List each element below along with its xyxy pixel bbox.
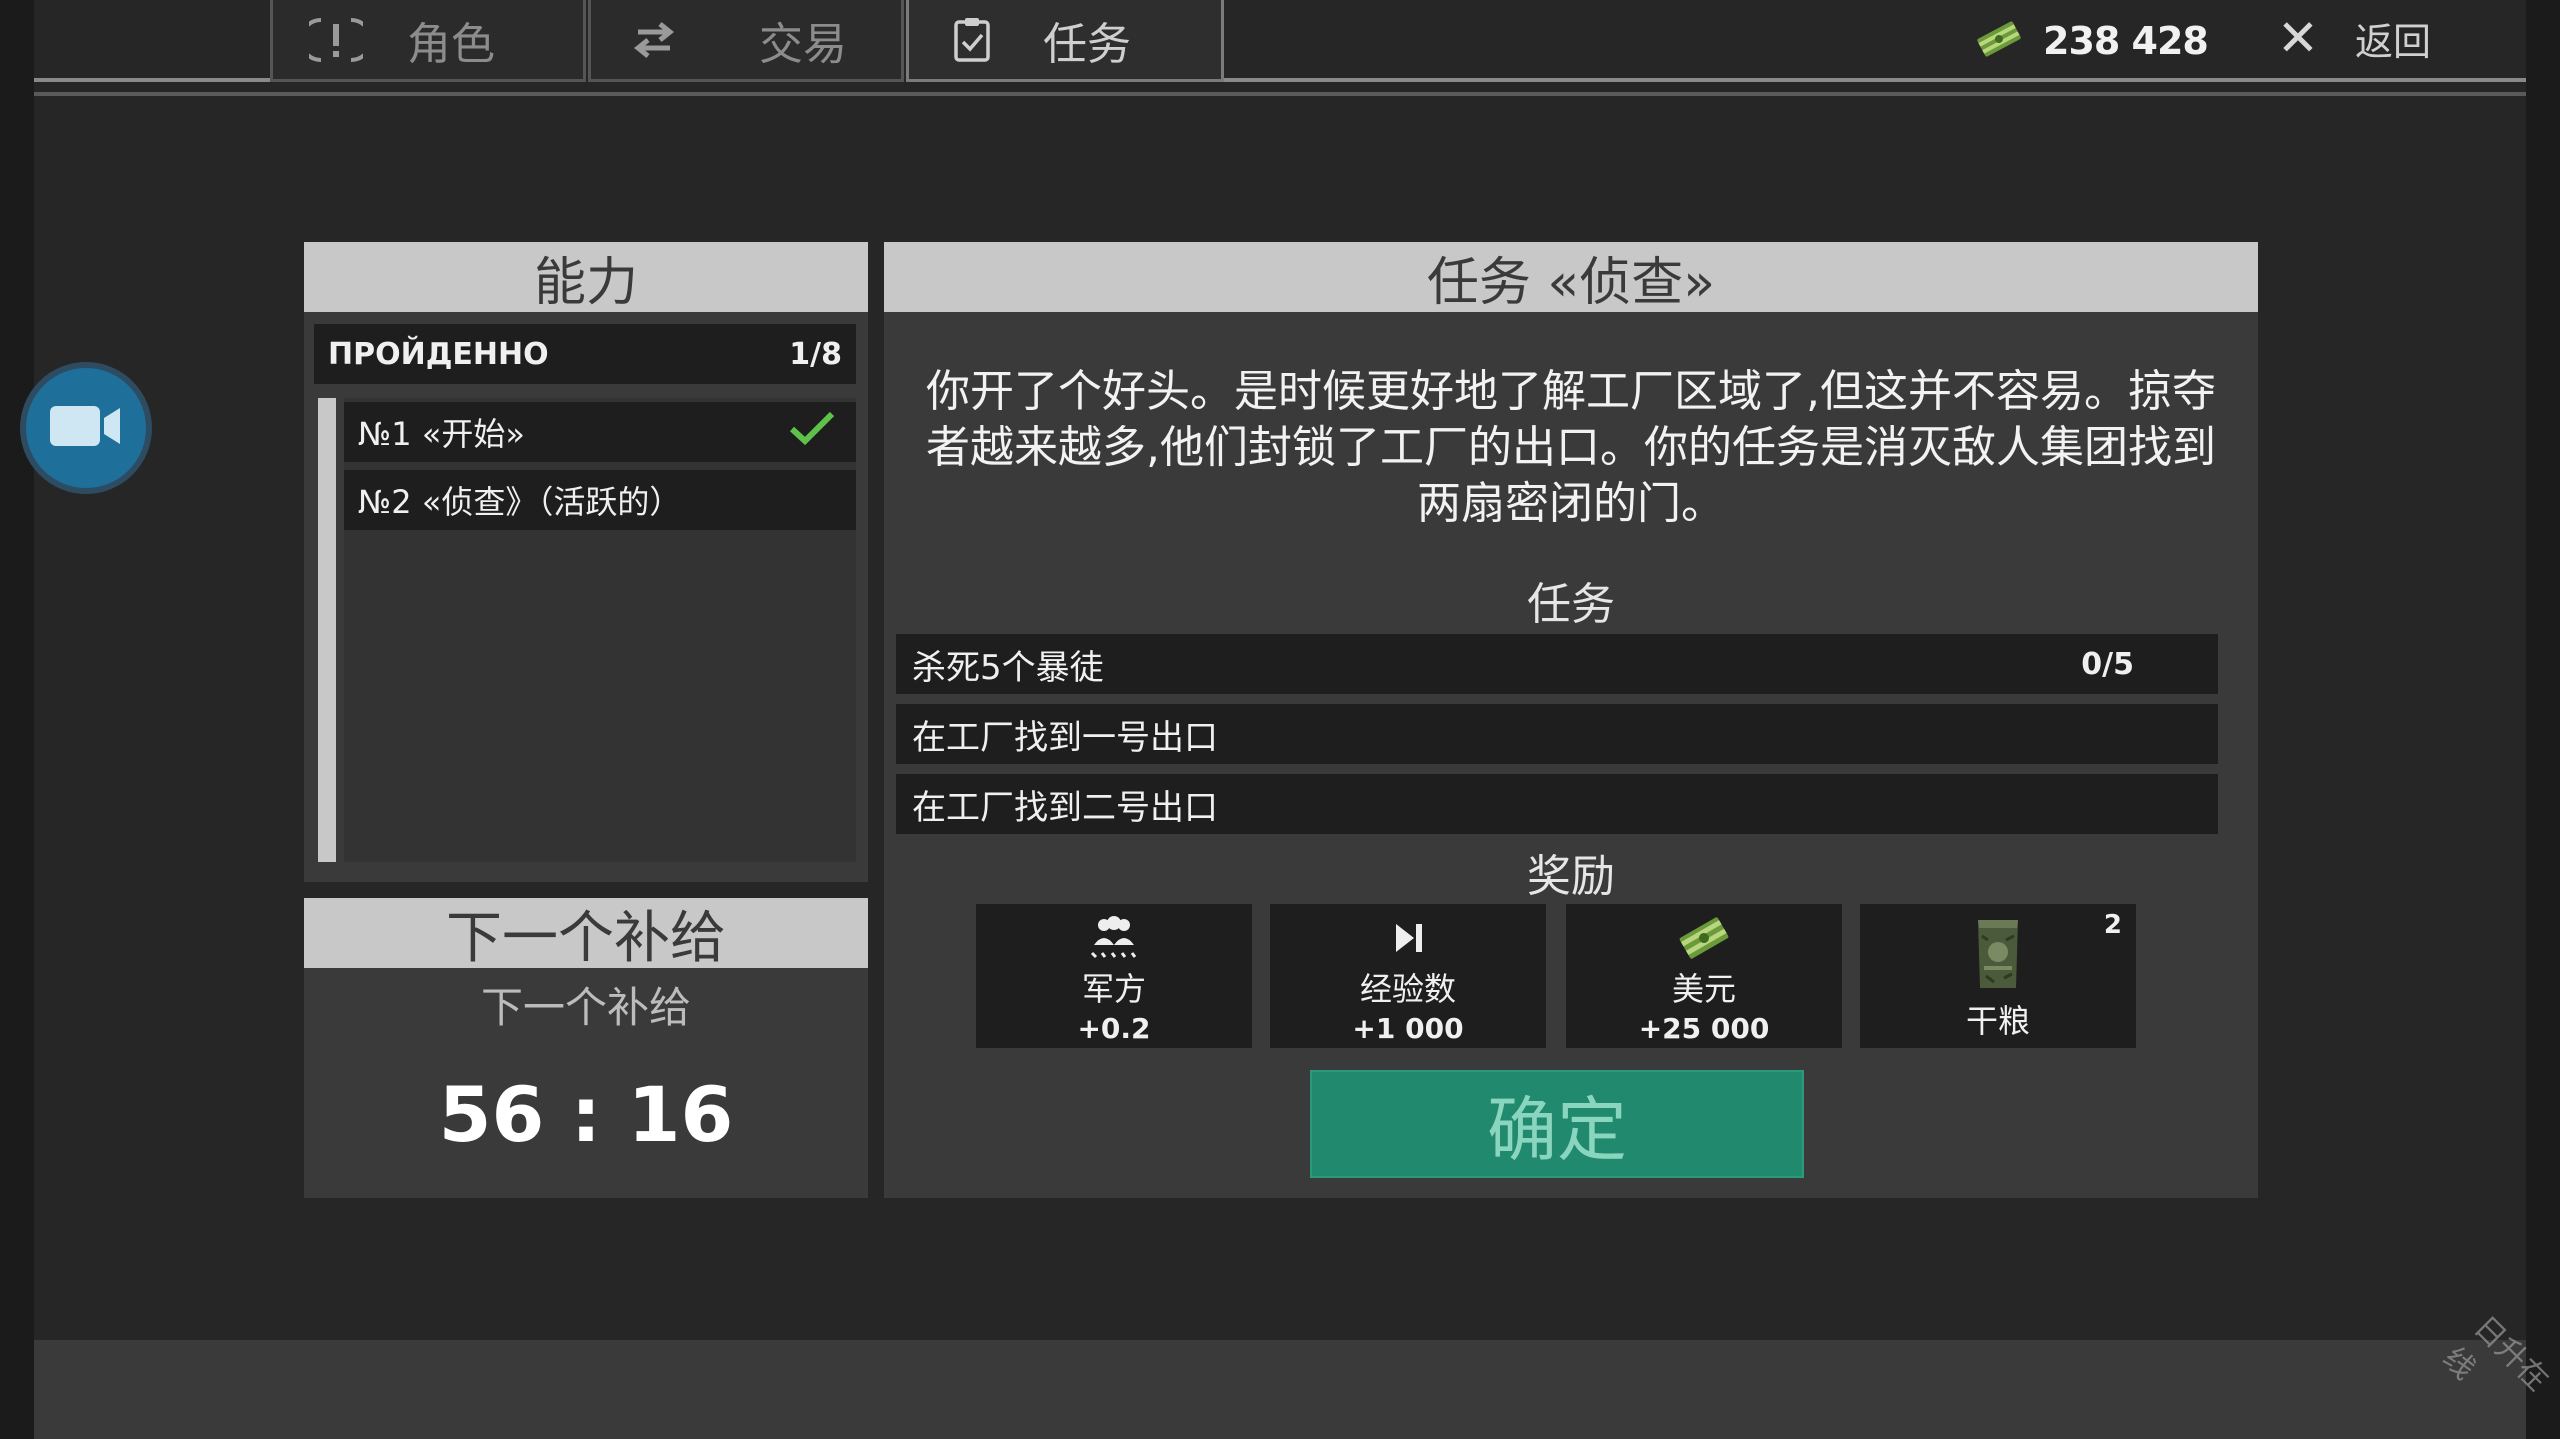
- reward-value: +25 000: [1638, 1012, 1770, 1045]
- confirm-button[interactable]: 确定: [1310, 1070, 1804, 1178]
- task-row: 在工厂找到一号出口: [896, 704, 2218, 764]
- reward-military: 军方 +0.2: [976, 904, 1252, 1048]
- quest-item[interactable]: №1 «开始»: [344, 402, 856, 462]
- task-progress: 0/5: [2081, 646, 2134, 682]
- checkmark-icon: [788, 409, 836, 455]
- reward-value: +0.2: [1077, 1012, 1151, 1045]
- quest-list[interactable]: №1 «开始» №2 «侦查》（活跃的）: [314, 398, 856, 872]
- tab-character[interactable]: 角色: [270, 0, 586, 82]
- game-screen: 角色 交易 任务 238 428 ✕ 返回 能力 ПРОЙДЕННО 1/8 №…: [0, 0, 2560, 1439]
- bottom-bar: [34, 1340, 2526, 1439]
- tab-label: 角色: [407, 18, 495, 70]
- cash-icon: [1669, 914, 1739, 962]
- reward-label: 经验数: [1359, 970, 1456, 1008]
- tab-label: 交易: [759, 18, 847, 70]
- task-row: 在工厂找到二号出口: [896, 774, 2218, 834]
- list-scrollbar[interactable]: [318, 398, 336, 862]
- task-label: 在工厂找到一号出口: [912, 717, 1218, 758]
- quest-label: №1 «开始»: [358, 415, 525, 453]
- reward-label: 美元: [1671, 970, 1736, 1008]
- close-icon: ✕: [2277, 9, 2319, 67]
- task-label: 在工厂找到二号出口: [912, 787, 1218, 828]
- reward-dollars: 美元 +25 000: [1566, 904, 1842, 1048]
- video-camera-icon: [46, 398, 126, 458]
- swap-icon: [619, 5, 689, 75]
- tab-missions[interactable]: 任务: [906, 0, 1224, 82]
- quest-item[interactable]: №2 «侦查》（活跃的）: [344, 470, 856, 530]
- back-button[interactable]: 返回: [2355, 8, 2431, 68]
- camera-button[interactable]: [20, 362, 152, 494]
- abilities-title: 能力: [304, 242, 868, 313]
- tab-label: 任务: [1043, 18, 1131, 70]
- ration-pack-icon: [1963, 914, 2033, 994]
- military-icon: [1079, 914, 1149, 962]
- reward-rations: 2 干粮: [1860, 904, 2136, 1048]
- task-row: 杀死5个暴徒 0/5: [896, 634, 2218, 694]
- reward-label: 干粮: [1965, 1002, 2030, 1040]
- money-value: 238 428: [2043, 19, 2209, 63]
- alert-icon: [301, 5, 371, 75]
- money-display: 238 428: [1975, 6, 2209, 76]
- reward-count: 2: [2103, 910, 2122, 940]
- reward-label: 军方: [1081, 970, 1146, 1008]
- passed-count: 1/8: [789, 336, 842, 372]
- tab-trade[interactable]: 交易: [588, 0, 904, 82]
- mission-description: 你开了个好头。是时候更好地了解工厂区域了,但这并不容易。掠夺者越来越多,他们封锁…: [926, 366, 2216, 529]
- supply-subtitle: 下一个补给: [480, 983, 691, 1032]
- supply-title: 下一个补给: [304, 898, 868, 971]
- quest-label: №2 «侦查》（活跃的）: [358, 483, 682, 521]
- tab-bar-line: [1224, 78, 2526, 82]
- tab-bar-divider: [34, 92, 2526, 96]
- abilities-panel: 能力 ПРОЙДЕННО 1/8 №1 «开始» №2 «侦查》（活跃的）: [304, 242, 868, 882]
- mission-title: 任务 «侦查»: [884, 242, 2258, 313]
- experience-icon: [1373, 914, 1443, 962]
- reward-value: +1 000: [1352, 1012, 1464, 1045]
- list-background: [344, 398, 856, 862]
- supply-timer: 56 : 16: [438, 1070, 734, 1159]
- tasks-title: 任务: [1527, 579, 1615, 630]
- passed-header: ПРОЙДЕННО 1/8: [314, 324, 856, 384]
- close-button[interactable]: ✕: [2272, 8, 2324, 68]
- reward-experience: 经验数 +1 000: [1270, 904, 1546, 1048]
- passed-label: ПРОЙДЕННО: [328, 336, 549, 372]
- rewards-title: 奖励: [1527, 851, 1615, 902]
- tab-bar-line: [34, 78, 274, 82]
- cash-icon: [1975, 19, 2023, 63]
- mission-panel: 任务 «侦查» 你开了个好头。是时候更好地了解工厂区域了,但这并不容易。掠夺者越…: [884, 242, 2258, 1198]
- task-label: 杀死5个暴徒: [912, 647, 1104, 688]
- clipboard-check-icon: [937, 5, 1007, 75]
